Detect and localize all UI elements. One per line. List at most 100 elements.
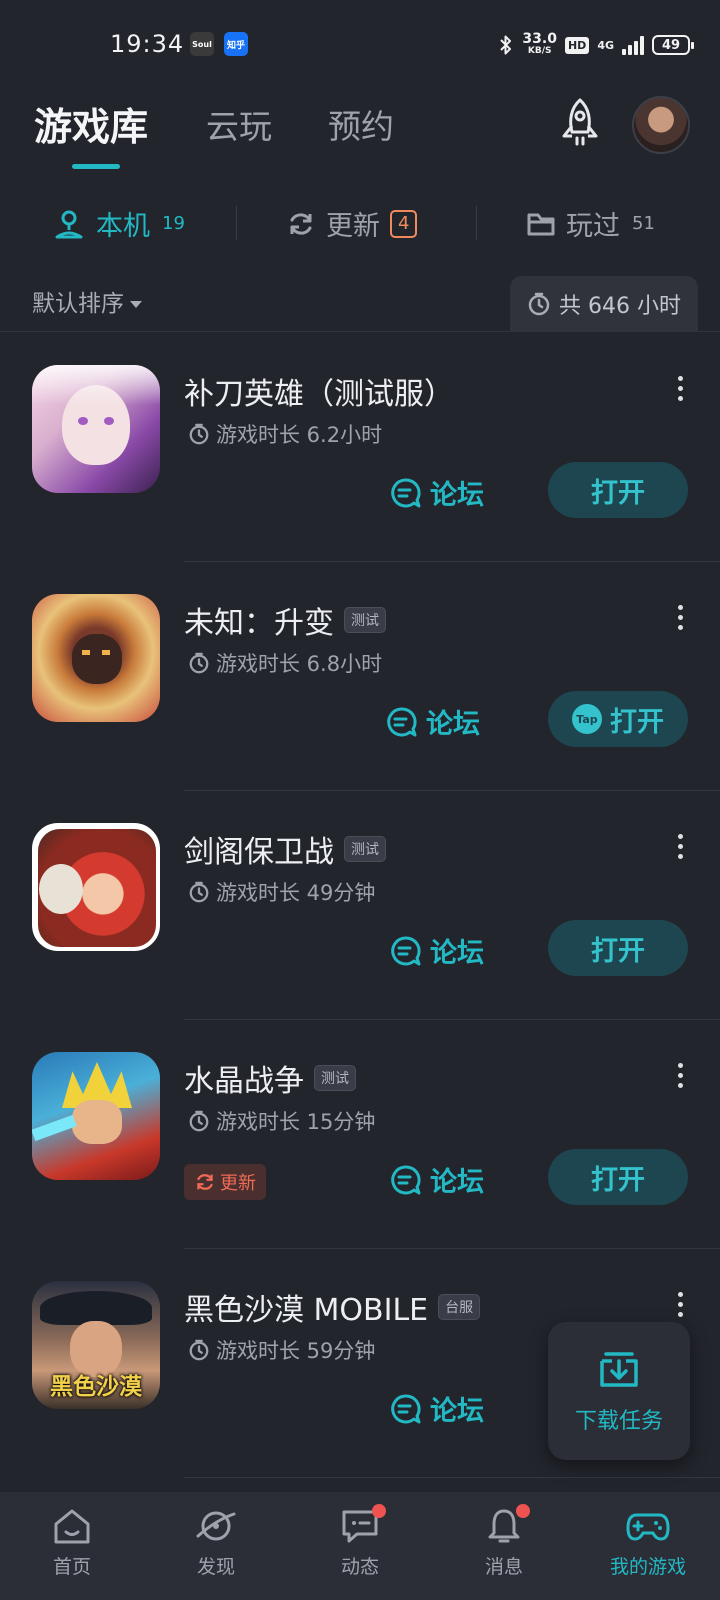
nav-home-label: 首页 [52,1556,91,1578]
subtab-divider [236,206,237,240]
active-tab-indicator [72,164,120,169]
nav-my-games-label: 我的游戏 [609,1556,686,1578]
forum-label: 论坛 [430,480,484,511]
folder-icon [527,213,555,235]
subtab-local[interactable]: 本机 19 [52,204,185,243]
timer-icon [189,423,209,445]
update-count-badge: 4 [390,209,418,238]
game-icon[interactable] [32,594,160,722]
nav-home[interactable]: 首页 [0,1492,144,1600]
notification-dot [516,1504,530,1518]
open-label: 打开 [591,477,645,509]
nav-feed-label: 动态 [340,1556,379,1578]
update-button[interactable]: 更新 [184,1164,266,1200]
more-options-icon[interactable] [668,1289,692,1319]
more-options-icon[interactable] [668,373,692,403]
bluetooth-icon [500,35,512,55]
game-icon[interactable] [32,1052,160,1180]
game-icon[interactable] [32,823,160,951]
open-label: 打开 [591,1164,645,1196]
top-header: 游戏库 云玩 预约 [0,90,720,180]
playtime-label: 游戏时长 6.8小时 [216,652,383,676]
refresh-icon [197,1174,213,1190]
download-tasks-button[interactable]: 下载任务 [548,1322,690,1460]
net-speed-unit: KB/S [527,46,552,56]
game-title-row: 剑阁保卫战 测试 [184,827,386,871]
forum-icon [391,1164,421,1194]
nav-feed[interactable]: 动态 [288,1492,432,1600]
game-tag: 测试 [344,607,386,633]
nav-my-games[interactable]: 我的游戏 [576,1492,720,1600]
game-item[interactable]: 水晶战争 测试 游戏时长 15分钟 更新 论坛 打开 [0,1020,720,1249]
nav-discover[interactable]: 发现 [144,1492,288,1600]
subtab-played[interactable]: 玩过 51 [526,204,655,243]
game-icon[interactable] [32,365,160,493]
game-icon[interactable]: 黑色沙漠 [32,1281,160,1409]
rocket-icon[interactable] [555,96,605,150]
game-item[interactable]: 未知：升变 测试 游戏时长 6.8小时 论坛 Tap 打开 [0,562,720,791]
subtab-played-label: 玩过 [566,211,620,242]
game-item[interactable]: 剑阁保卫战 测试 游戏时长 49分钟 论坛 打开 [0,791,720,1020]
game-playtime: 游戏时长 6.8小时 [188,648,382,678]
nav-messages-label: 消息 [484,1556,523,1578]
forum-icon [391,477,421,507]
timer-icon [528,292,550,316]
sort-row: 默认排序 共 646 小时 [0,270,720,332]
open-label: 打开 [591,935,645,967]
home-icon [54,1509,90,1544]
game-tag: 台服 [438,1294,481,1320]
open-button[interactable]: 打开 [548,1149,688,1205]
game-title-row: 黑色沙漠 MOBILE 台服 [184,1285,481,1329]
forum-label: 论坛 [430,938,484,969]
more-options-icon[interactable] [668,831,692,861]
forum-label: 论坛 [430,1396,484,1427]
forum-button[interactable]: 论坛 [384,702,480,741]
download-icon [600,1352,638,1387]
game-title: 补刀英雄（测试服） [184,377,454,412]
game-tag: 测试 [314,1065,356,1091]
subtab-update-label: 更新 [326,211,380,242]
game-item[interactable]: 补刀英雄（测试服） 游戏时长 6.2小时 论坛 打开 [0,333,720,562]
divider [184,1477,720,1478]
open-button[interactable]: 打开 [548,920,688,976]
download-tasks-label: 下载任务 [574,1409,663,1434]
timer-icon [189,1339,209,1361]
playtime-label: 游戏时长 15分钟 [216,1110,376,1134]
subtab-played-count: 51 [632,213,655,234]
net-speed: 33.0 KB/S [522,32,557,57]
update-label: 更新 [220,1173,256,1194]
forum-button[interactable]: 论坛 [388,1160,484,1199]
tab-game-library[interactable]: 游戏库 [34,96,148,151]
signal-icon [622,35,644,55]
game-title: 未知：升变 [184,606,334,641]
game-playtime: 游戏时长 59分钟 [188,1335,375,1365]
subtab-local-label: 本机 [96,211,150,242]
game-tag: 测试 [344,836,386,862]
nav-discover-label: 发现 [196,1556,235,1578]
nav-messages[interactable]: 消息 [432,1492,576,1600]
forum-button[interactable]: 论坛 [388,1389,484,1428]
forum-icon [387,706,417,736]
forum-label: 论坛 [430,1167,484,1198]
sort-dropdown[interactable]: 默认排序 [32,284,142,318]
subtab-update[interactable]: 更新 4 [286,204,418,243]
forum-button[interactable]: 论坛 [388,473,484,512]
forum-label: 论坛 [426,709,480,740]
forum-button[interactable]: 论坛 [388,931,484,970]
game-playtime: 游戏时长 15分钟 [188,1106,375,1136]
total-playtime-label: 共 646 小时 [559,294,681,319]
user-avatar[interactable] [632,96,690,154]
open-button[interactable]: Tap 打开 [548,691,688,747]
status-bar: 19:34 Soul 知乎 33.0 KB/S HD 4G 49 [0,0,720,90]
subtab-divider [476,206,477,240]
battery-icon: 49 [652,35,694,55]
more-options-icon[interactable] [668,602,692,632]
subtab-local-count: 19 [162,213,185,234]
open-button[interactable]: 打开 [548,462,688,518]
more-options-icon[interactable] [668,1060,692,1090]
sort-label: 默认排序 [32,291,124,317]
tab-reservation[interactable]: 预约 [328,100,394,148]
tab-cloud-play[interactable]: 云玩 [206,100,272,148]
tap-icon: Tap [572,704,602,734]
game-playtime: 游戏时长 6.2小时 [188,419,382,449]
